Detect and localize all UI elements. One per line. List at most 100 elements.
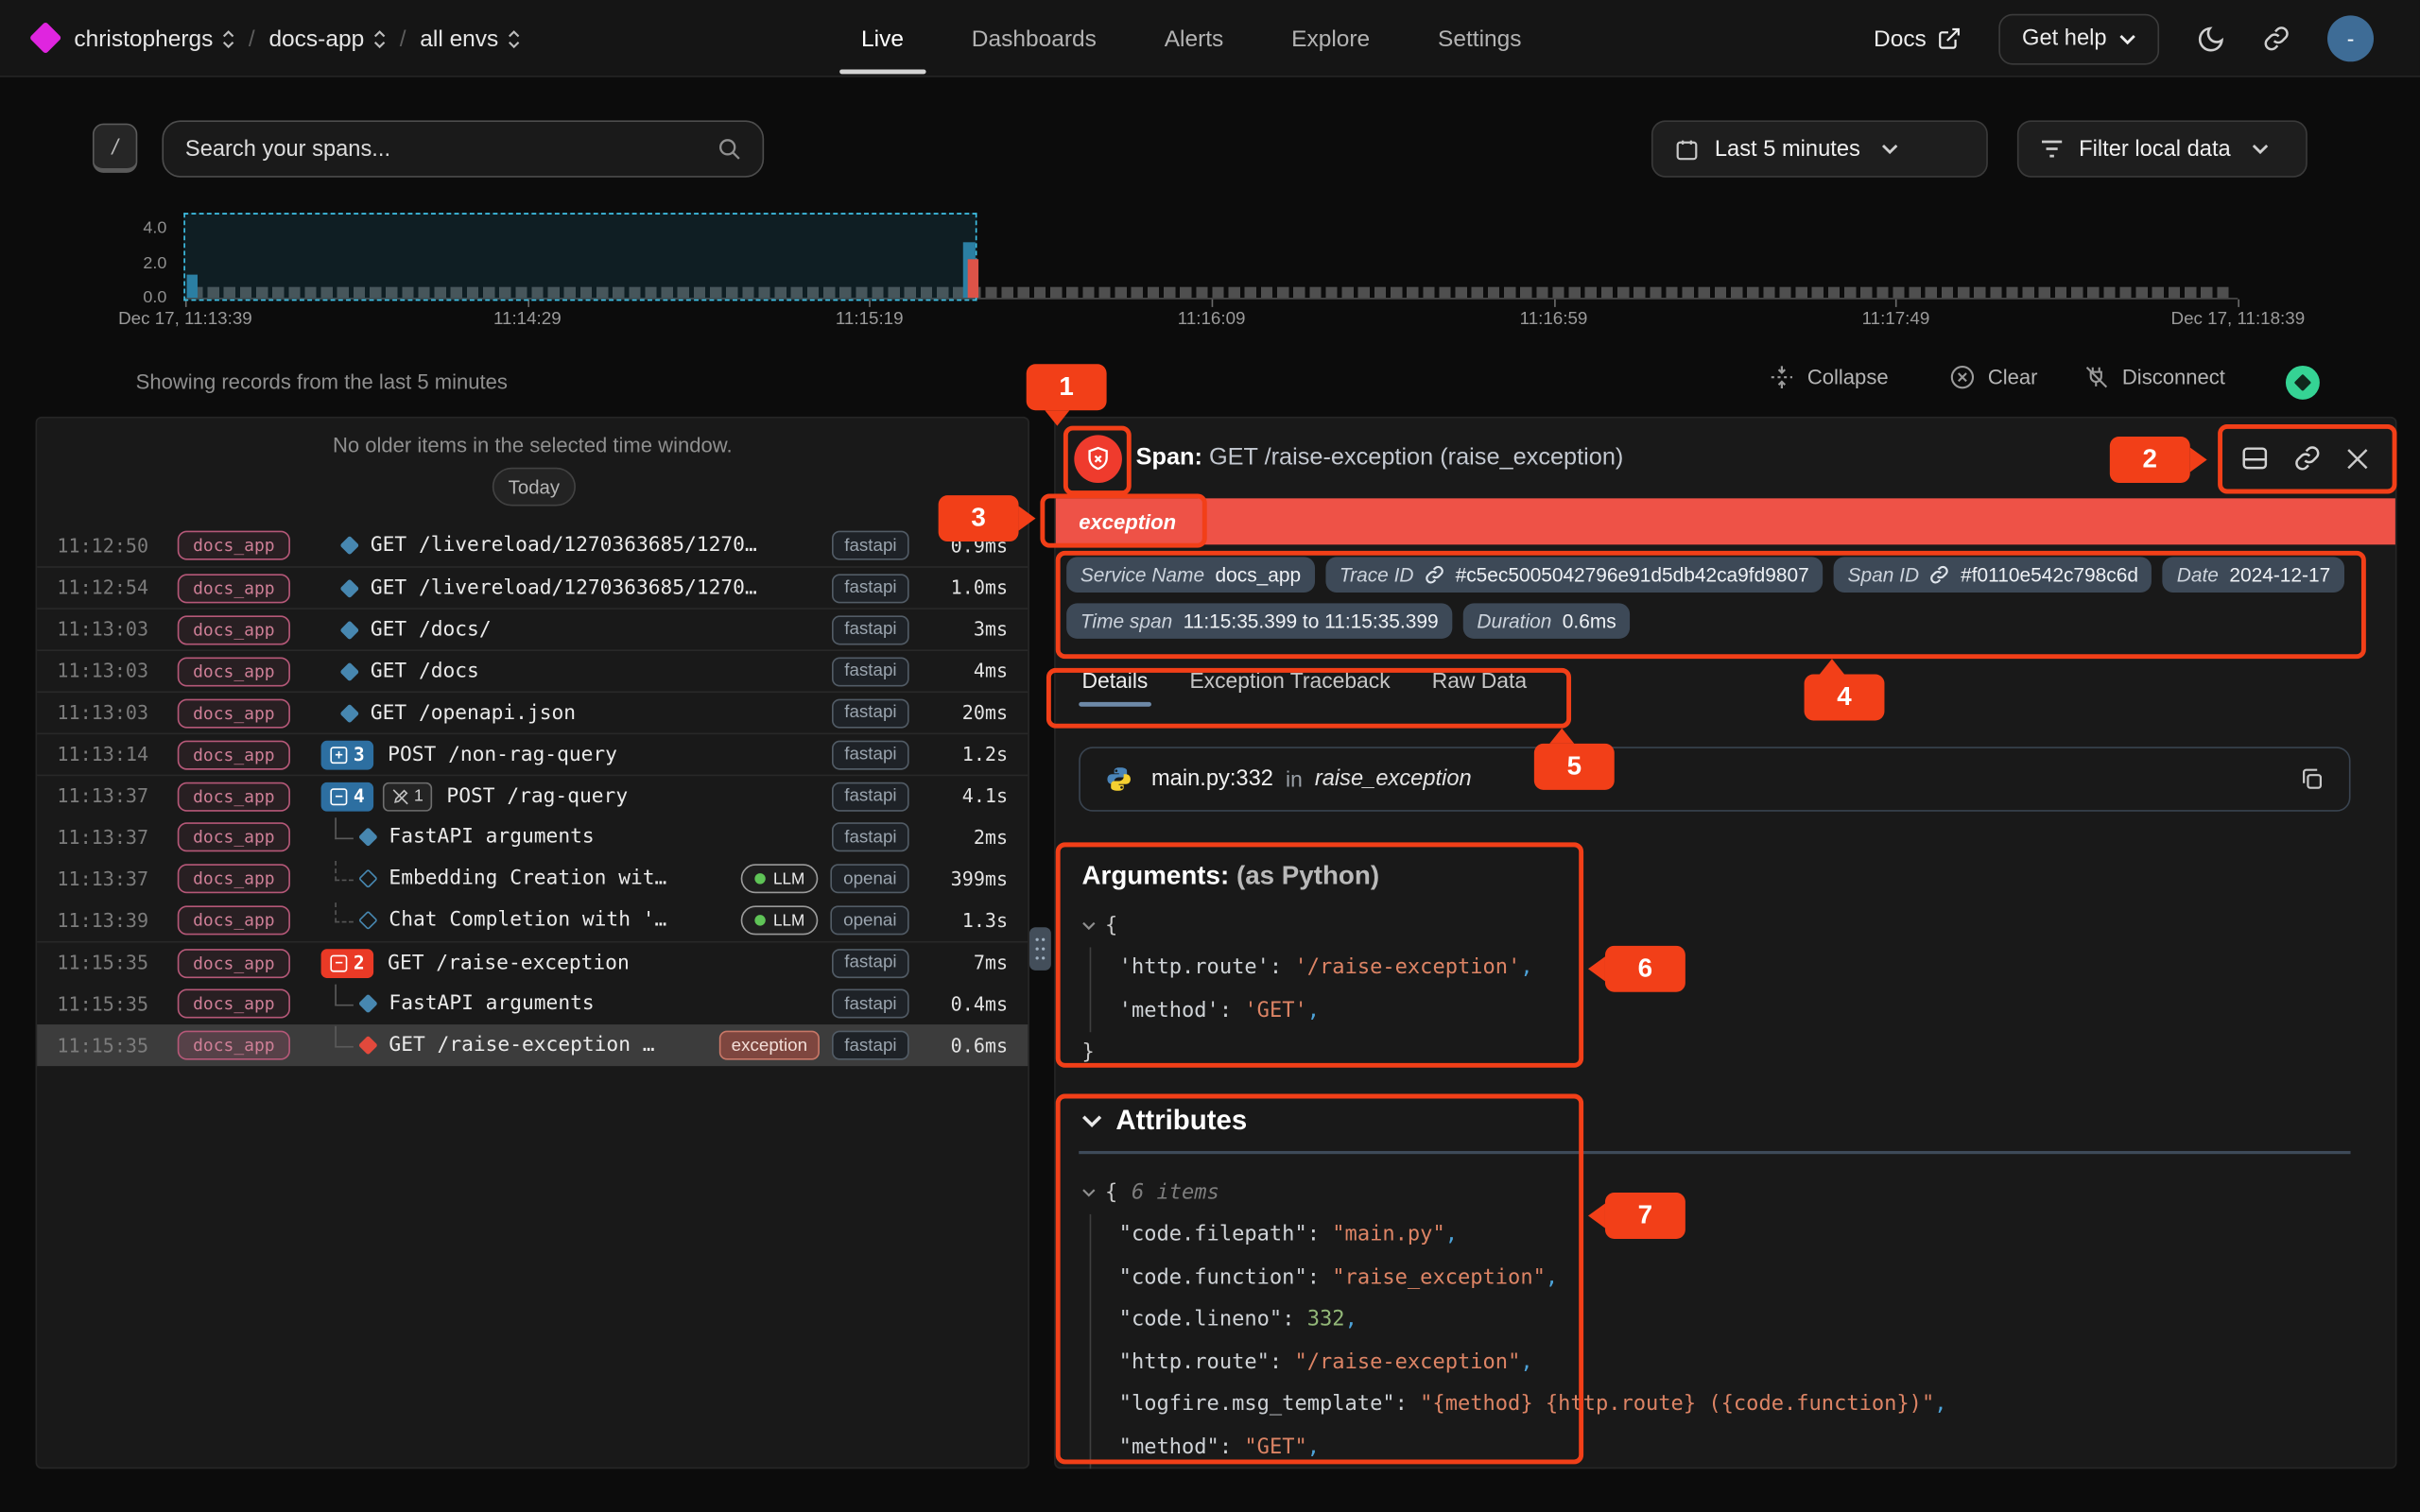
- service-badge: docs_app: [178, 822, 290, 851]
- get-help-button[interactable]: Get help: [1999, 13, 2160, 64]
- collapse-chevron-icon[interactable]: [1081, 920, 1096, 930]
- span-diamond-icon: [358, 910, 378, 930]
- arguments-heading-suffix: (as Python): [1229, 861, 1379, 890]
- child-count: 4: [354, 785, 365, 807]
- span-row[interactable]: 11:13:14docs_app+3POST /non-rag-queryfas…: [37, 733, 1028, 775]
- span-duration: 4ms: [922, 661, 1008, 682]
- avatar[interactable]: -: [2327, 15, 2374, 61]
- span-row-main: +3 POST /non-rag-query: [318, 740, 820, 769]
- clear-button[interactable]: Clear: [1949, 364, 2037, 390]
- search-bar: [162, 120, 764, 177]
- docs-link[interactable]: Docs: [1874, 26, 1962, 52]
- span-count-bar[interactable]: [187, 275, 198, 298]
- span-duration: 1.3s: [922, 909, 1008, 931]
- span-row[interactable]: 11:13:03docs_appGET /docsfastapi4ms: [37, 649, 1028, 691]
- source-file[interactable]: main.py:332: [1151, 766, 1273, 791]
- attr-key: "logfire.msg_template": [1119, 1392, 1395, 1417]
- split-panel-icon[interactable]: [2239, 443, 2271, 474]
- span-row-badges: LLMopenai399ms: [741, 864, 1008, 893]
- span-row[interactable]: 11:13:39docs_appChat Completion with '…L…: [37, 900, 1028, 941]
- copy-icon[interactable]: [2298, 765, 2325, 793]
- live-status-indicator[interactable]: [2286, 366, 2320, 400]
- time-range-button[interactable]: Last 5 minutes: [1651, 120, 1988, 177]
- span-name: GET /docs/: [371, 618, 492, 641]
- tab-explore[interactable]: Explore: [1291, 0, 1370, 77]
- collapse-button[interactable]: Collapse: [1769, 364, 1889, 390]
- tree-connector: [330, 859, 357, 899]
- disconnect-button[interactable]: Disconnect: [2083, 364, 2225, 390]
- collapse-children-badge[interactable]: −2: [321, 948, 374, 977]
- args-entries: 'http.route': '/raise-exception','method…: [1090, 947, 1533, 1032]
- service-badge: docs_app: [178, 864, 290, 893]
- comma: ,: [1307, 998, 1320, 1022]
- span-detail-panel: Span: GET /raise-exception (raise_except…: [1054, 417, 2396, 1469]
- clear-label: Clear: [1988, 366, 2038, 388]
- copy-link-icon[interactable]: [2293, 444, 2321, 472]
- span-row-badges: fastapi3ms: [832, 615, 1008, 644]
- service-badge: docs_app: [178, 948, 290, 977]
- attributes-heading[interactable]: Attributes: [1081, 1105, 1247, 1137]
- exception-banner-label: exception: [1079, 510, 1176, 533]
- error-count-bar[interactable]: [968, 259, 978, 298]
- arguments-heading: Arguments: (as Python): [1081, 861, 1379, 892]
- span-row-main: GET /livereload/1270363685/1270…: [318, 576, 820, 599]
- logfire-logo-icon[interactable]: [29, 22, 62, 55]
- theme-moon-icon[interactable]: [2196, 24, 2225, 53]
- close-icon[interactable]: [2344, 445, 2371, 472]
- llm-green-dot: [754, 873, 765, 884]
- annotation-label-6: 6: [1605, 946, 1685, 992]
- tab-settings[interactable]: Settings: [1438, 0, 1521, 77]
- breadcrumb-org[interactable]: christophergs: [74, 26, 234, 52]
- span-row[interactable]: 11:12:54docs_appGET /livereload/12703636…: [37, 566, 1028, 608]
- meta-trace-id[interactable]: Trace ID#c5ec5005042796e91d5db42ca9fd980…: [1325, 557, 1823, 593]
- tab-live[interactable]: Live: [861, 0, 904, 77]
- filter-button[interactable]: Filter local data: [2017, 120, 2308, 177]
- span-row[interactable]: 11:13:37docs_app−41POST /rag-queryfastap…: [37, 775, 1028, 816]
- meta-value: 11:15:35.399 to 11:15:35.399: [1184, 610, 1439, 632]
- share-link-icon[interactable]: [2262, 25, 2290, 52]
- llm-label: LLM: [773, 911, 804, 930]
- openai-badge: openai: [831, 905, 909, 935]
- fastapi-badge: fastapi: [832, 782, 908, 811]
- tab-dashboards[interactable]: Dashboards: [972, 0, 1097, 77]
- chevron-down-icon: [2253, 144, 2270, 154]
- detail-tab-exception-traceback[interactable]: Exception Traceback: [1189, 668, 1390, 707]
- breadcrumb-env[interactable]: all envs: [420, 26, 520, 52]
- meta-span-id[interactable]: Span ID#f0110e542c798c6d: [1834, 557, 2152, 593]
- spans-timeline-chart[interactable]: 4.0 2.0 0.0 Dec 17, 11:13:3911:14:2911:1…: [0, 200, 2420, 342]
- x-tick-label: 11:14:29: [493, 310, 562, 329]
- tab-alerts[interactable]: Alerts: [1165, 0, 1224, 77]
- search-input[interactable]: [164, 136, 716, 161]
- colon: :: [1270, 955, 1295, 980]
- docs-label: Docs: [1874, 26, 1927, 52]
- fastapi-badge: fastapi: [832, 657, 908, 686]
- span-row[interactable]: 11:13:03docs_appGET /docs/fastapi3ms: [37, 608, 1028, 649]
- time-selection-region[interactable]: [183, 213, 977, 301]
- arg-key: 'http.route': [1119, 955, 1270, 980]
- span-row[interactable]: 11:15:35docs_app−2GET /raise-exceptionfa…: [37, 941, 1028, 983]
- breadcrumb-project[interactable]: docs-app: [268, 26, 386, 52]
- collapse-chevron-icon[interactable]: [1081, 1188, 1096, 1197]
- app-root: christophergs / docs-app / all envs Live…: [0, 0, 2420, 1512]
- span-row-badges: fastapi20ms: [832, 698, 1008, 728]
- span-row-main: FastAPI arguments: [318, 816, 820, 856]
- collapse-children-badge[interactable]: −4: [321, 782, 374, 811]
- span-row[interactable]: 11:13:37docs_appFastAPI argumentsfastapi…: [37, 816, 1028, 858]
- span-row[interactable]: 11:15:35docs_appGET /raise-exception …ex…: [37, 1024, 1028, 1066]
- detail-tab-raw-data[interactable]: Raw Data: [1432, 668, 1527, 707]
- service-badge: docs_app: [178, 698, 290, 728]
- span-row-badges: exceptionfastapi0.6ms: [719, 1031, 1009, 1060]
- span-time: 11:13:37: [57, 826, 152, 848]
- scrubbed-badge[interactable]: 1: [383, 782, 432, 811]
- span-name: POST /non-rag-query: [388, 743, 617, 765]
- today-button[interactable]: Today: [493, 468, 576, 507]
- detail-tab-details[interactable]: Details: [1081, 668, 1148, 707]
- code-line: {: [1081, 904, 1532, 947]
- span-row[interactable]: 11:12:50docs_appGET /livereload/12703636…: [37, 524, 1028, 566]
- span-diamond-icon: [358, 994, 378, 1014]
- span-row[interactable]: 11:13:37docs_appEmbedding Creation wit…L…: [37, 858, 1028, 900]
- span-row[interactable]: 11:13:03docs_appGET /openapi.jsonfastapi…: [37, 691, 1028, 732]
- panel-resize-handle[interactable]: [1029, 927, 1051, 971]
- expand-children-badge[interactable]: +3: [321, 740, 374, 769]
- span-row[interactable]: 11:15:35docs_appFastAPI argumentsfastapi…: [37, 983, 1028, 1024]
